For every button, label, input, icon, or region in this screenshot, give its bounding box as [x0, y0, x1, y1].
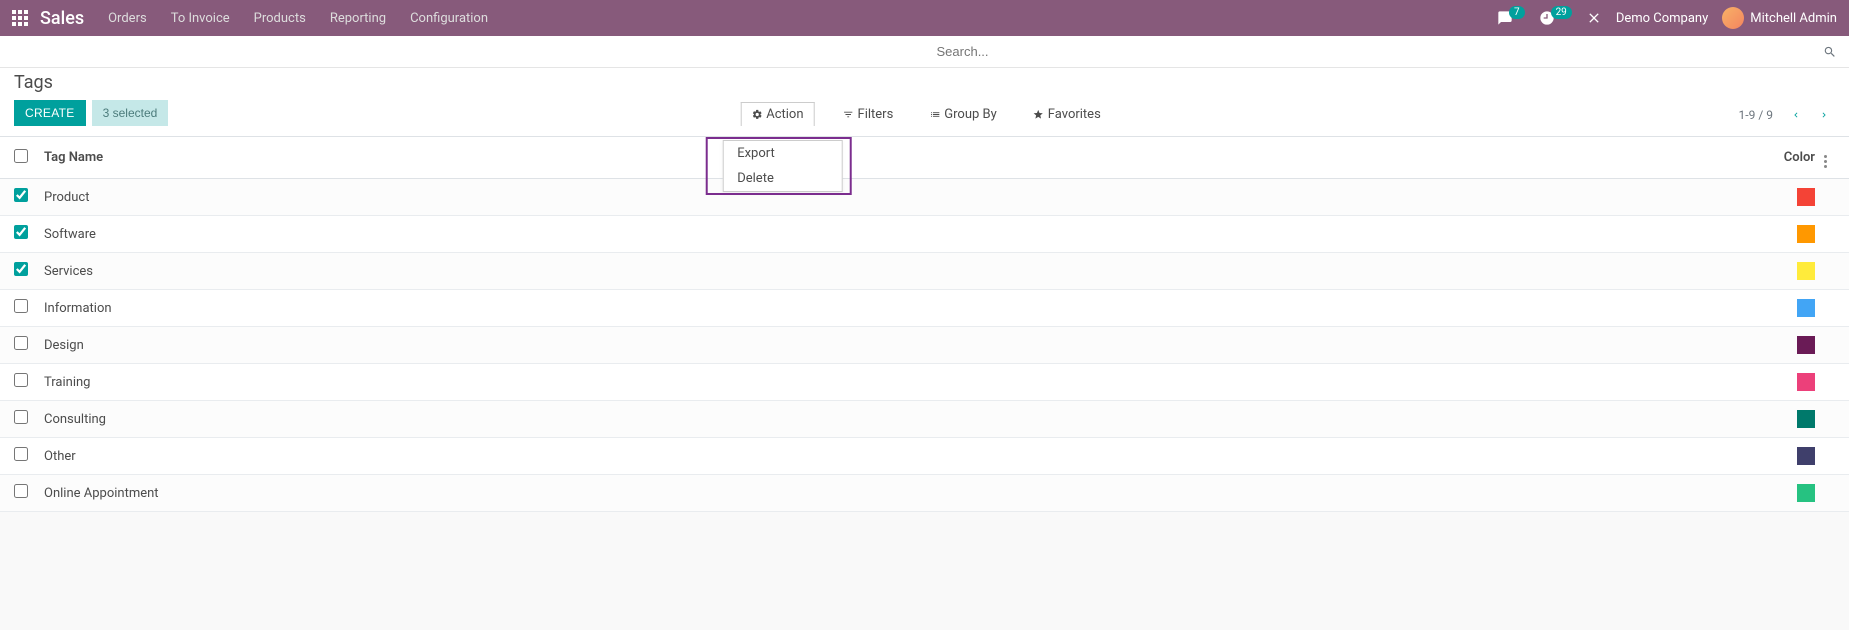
pager-text[interactable]: 1-9 / 9 [1739, 108, 1773, 122]
action-button[interactable]: Action [740, 102, 814, 126]
create-button[interactable]: CREATE [14, 100, 86, 126]
table-row[interactable]: Consulting [0, 401, 1849, 438]
nav-links: Orders To Invoice Products Reporting Con… [108, 11, 488, 26]
pager-next-button[interactable] [1813, 104, 1835, 126]
dots-vertical-icon [1824, 155, 1827, 168]
row-checkbox[interactable] [14, 188, 28, 202]
row-name: Software [44, 227, 1755, 242]
tray-close-icon[interactable] [1586, 10, 1602, 26]
row-checkbox[interactable] [14, 484, 28, 498]
messages-button[interactable]: 7 [1497, 10, 1525, 26]
nav-link-products[interactable]: Products [254, 11, 306, 26]
table-header: Tag Name Color [0, 137, 1849, 179]
row-name: Design [44, 338, 1755, 353]
list-icon [929, 109, 940, 120]
funnel-icon [843, 109, 854, 120]
chevron-right-icon [1819, 108, 1829, 122]
action-label: Action [766, 107, 803, 122]
row-checkbox[interactable] [14, 373, 28, 387]
nav-link-toinvoice[interactable]: To Invoice [171, 11, 230, 26]
avatar [1722, 7, 1744, 29]
page-title: Tags [14, 72, 53, 93]
table-row[interactable]: Information [0, 290, 1849, 327]
groupby-button[interactable]: Group By [921, 103, 1005, 126]
row-name: Services [44, 264, 1755, 279]
color-swatch [1797, 262, 1815, 280]
row-name: Consulting [44, 412, 1755, 427]
color-swatch [1797, 225, 1815, 243]
top-navbar: Sales Orders To Invoice Products Reporti… [0, 0, 1849, 36]
company-switcher[interactable]: Demo Company [1616, 11, 1708, 26]
search-row [0, 36, 1849, 68]
favorites-label: Favorites [1048, 107, 1101, 122]
nav-link-orders[interactable]: Orders [108, 11, 147, 26]
nav-link-configuration[interactable]: Configuration [410, 11, 488, 26]
chevron-left-icon [1791, 108, 1801, 122]
nav-right: 7 29 Demo Company Mitchell Admin [1497, 7, 1837, 29]
row-name: Training [44, 375, 1755, 390]
row-name: Online Appointment [44, 486, 1755, 501]
color-swatch [1797, 336, 1815, 354]
selection-count-button[interactable]: 3 selected [92, 100, 169, 126]
gear-icon [751, 109, 762, 120]
pager-prev-button[interactable] [1785, 104, 1807, 126]
filters-label: Filters [858, 107, 894, 122]
table-row[interactable]: Services [0, 253, 1849, 290]
nav-link-reporting[interactable]: Reporting [330, 11, 386, 26]
row-checkbox[interactable] [14, 262, 28, 276]
color-swatch [1797, 484, 1815, 502]
row-checkbox[interactable] [14, 225, 28, 239]
select-all-checkbox[interactable] [14, 149, 28, 163]
row-checkbox[interactable] [14, 447, 28, 461]
action-dropdown: Export Delete [722, 140, 842, 192]
color-swatch [1797, 373, 1815, 391]
search-input[interactable] [937, 44, 1824, 59]
row-name: Information [44, 301, 1755, 316]
groupby-label: Group By [944, 107, 997, 122]
filters-button[interactable]: Filters [835, 103, 902, 126]
row-checkbox[interactable] [14, 299, 28, 313]
user-name: Mitchell Admin [1750, 11, 1837, 26]
color-swatch [1797, 447, 1815, 465]
dropdown-item-export[interactable]: Export [723, 141, 841, 166]
apps-icon[interactable] [12, 10, 28, 26]
row-checkbox[interactable] [14, 336, 28, 350]
col-header-color[interactable]: Color [1755, 150, 1815, 165]
chat-badge: 7 [1509, 6, 1525, 19]
user-menu[interactable]: Mitchell Admin [1722, 7, 1837, 29]
row-checkbox[interactable] [14, 410, 28, 424]
star-icon [1033, 109, 1044, 120]
col-options-button[interactable] [1815, 147, 1835, 168]
app-brand[interactable]: Sales [40, 8, 84, 29]
tags-table: Tag Name Color Product Software Services In… [0, 137, 1849, 512]
color-swatch [1797, 188, 1815, 206]
color-swatch [1797, 410, 1815, 428]
table-row[interactable]: Training [0, 364, 1849, 401]
color-swatch [1797, 299, 1815, 317]
search-icon[interactable] [1823, 45, 1837, 59]
row-name: Other [44, 449, 1755, 464]
table-row[interactable]: Online Appointment [0, 475, 1849, 512]
activity-badge: 29 [1551, 6, 1572, 19]
row-name: Product [44, 190, 1755, 205]
favorites-button[interactable]: Favorites [1025, 103, 1109, 126]
col-header-name[interactable]: Tag Name [44, 150, 1755, 165]
table-row[interactable]: Product [0, 179, 1849, 216]
dropdown-item-delete[interactable]: Delete [723, 166, 841, 191]
control-bar: Tags CREATE 3 selected Action Export Del… [0, 68, 1849, 137]
table-row[interactable]: Design [0, 327, 1849, 364]
table-row[interactable]: Software [0, 216, 1849, 253]
activities-button[interactable]: 29 [1539, 10, 1572, 26]
table-row[interactable]: Other [0, 438, 1849, 475]
